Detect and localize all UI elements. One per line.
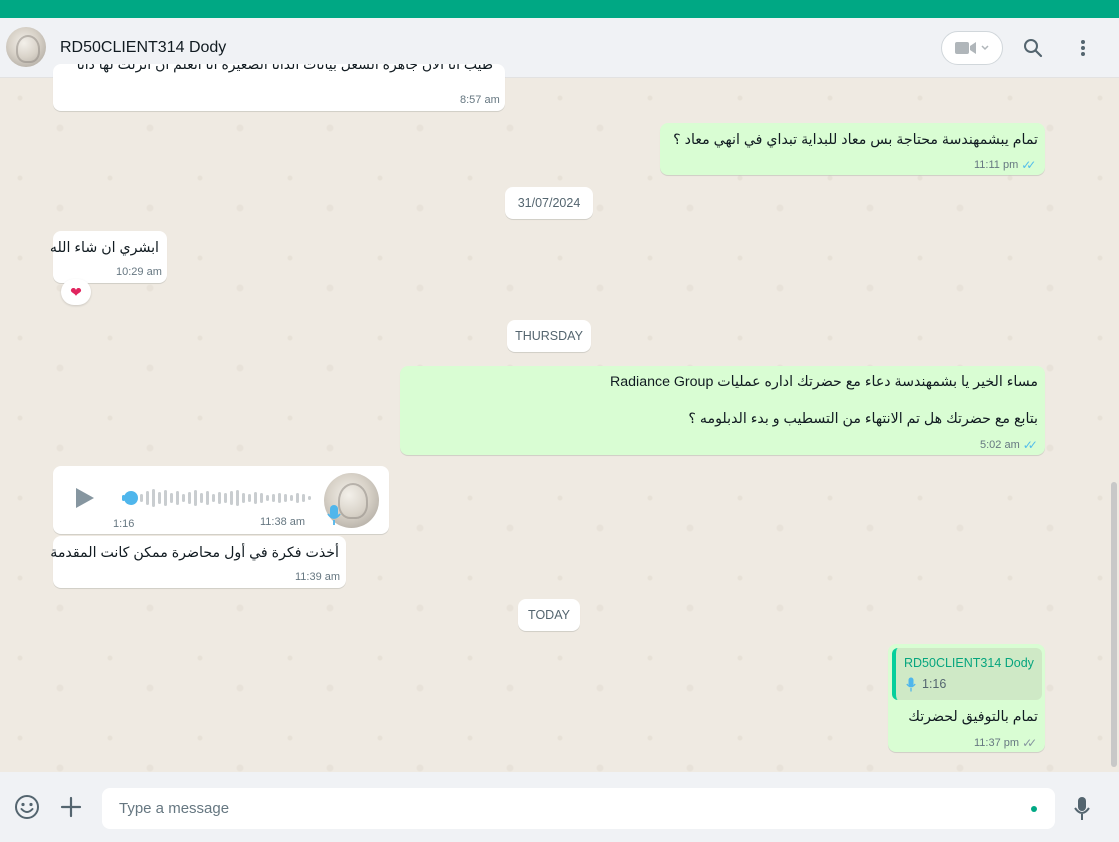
search-icon: [1024, 39, 1043, 58]
quoted-mic-icon: [906, 677, 916, 692]
message-outgoing[interactable]: تمام يبشمهندسة محتاجة بس معاد للبداية تب…: [660, 123, 1045, 175]
message-text: تمام بالتوفيق لحضرتك: [908, 709, 1038, 725]
read-ticks-icon: ✓✓: [1021, 158, 1036, 172]
message-time: 5:02 am ✓✓: [980, 438, 1038, 452]
message-text: ابشري ان شاء الله: [49, 240, 159, 256]
quoted-duration: 1:16: [922, 677, 947, 691]
mic-icon[interactable]: [1073, 796, 1091, 822]
delivered-ticks-icon: ✓✓: [1022, 736, 1037, 750]
message-text-line-1: مساء الخير يا بشمهندسة دعاء مع حضرتك ادا…: [610, 374, 1038, 390]
message-text: تمام يبشمهندسة محتاجة بس معاد للبداية تب…: [673, 132, 1038, 148]
quoted-message[interactable]: RD50CLIENT314 Dody 1:16: [892, 648, 1042, 700]
message-time: 11:38 am: [260, 516, 306, 528]
date-divider: 31/07/2024: [505, 187, 593, 219]
menu-button[interactable]: [1071, 36, 1095, 60]
search-button[interactable]: [1021, 36, 1045, 60]
mic-badge-icon: [327, 505, 341, 525]
message-text-line-2: بتابع مع حضرتك هل تم الانتهاء من التسطيب…: [688, 411, 1038, 427]
video-call-icon: [955, 42, 976, 54]
quoted-sender: RD50CLIENT314 Dody: [904, 656, 1034, 670]
message-time: 11:37 pm ✓✓: [974, 736, 1037, 750]
message-input[interactable]: Type a message: [102, 788, 1055, 829]
message-time: 8:57 am: [460, 94, 500, 106]
play-icon[interactable]: [72, 486, 96, 510]
message-text: طيب انا الان جاهزة الشغل بيانات الداتا ا…: [76, 64, 493, 72]
message-time: 11:39 am: [295, 571, 341, 583]
message-incoming[interactable]: طيب انا الان جاهزة الشغل بيانات الداتا ا…: [53, 64, 505, 111]
message-incoming[interactable]: ابشري ان شاء الله 10:29 am: [49, 231, 167, 283]
read-ticks-icon: ✓✓: [1022, 438, 1038, 452]
message-text: أخذت فكرة في أول محاضرة ممكن كانت المقدم…: [50, 545, 339, 561]
menu-dots-icon: [1081, 40, 1085, 56]
top-accent-bar: [0, 0, 1119, 18]
message-time: 10:29 am: [116, 266, 162, 278]
input-status-dot: [1031, 806, 1037, 812]
attach-plus-icon[interactable]: [60, 796, 82, 818]
video-call-button[interactable]: [941, 31, 1003, 65]
message-outgoing[interactable]: مساء الخير يا بشمهندسة دعاء مع حضرتك ادا…: [400, 366, 1045, 455]
emoji-icon[interactable]: [14, 794, 40, 820]
voice-duration: 1:16: [113, 518, 135, 530]
chat-scrollbar[interactable]: [1111, 482, 1117, 767]
waveform-progress-knob[interactable]: [124, 491, 138, 505]
message-input-placeholder: Type a message: [119, 800, 230, 817]
contact-name[interactable]: RD50CLIENT314 Dody: [60, 39, 226, 57]
voice-waveform[interactable]: [122, 487, 311, 509]
date-divider: THURSDAY: [507, 320, 591, 352]
date-divider: TODAY: [518, 599, 580, 631]
contact-avatar[interactable]: [6, 27, 46, 67]
message-time: 11:11 pm ✓✓: [974, 158, 1036, 172]
heart-reaction-icon[interactable]: ❤: [61, 279, 91, 305]
message-incoming[interactable]: أخذت فكرة في أول محاضرة ممكن كانت المقدم…: [50, 536, 346, 588]
chevron-down-icon: [981, 45, 989, 51]
